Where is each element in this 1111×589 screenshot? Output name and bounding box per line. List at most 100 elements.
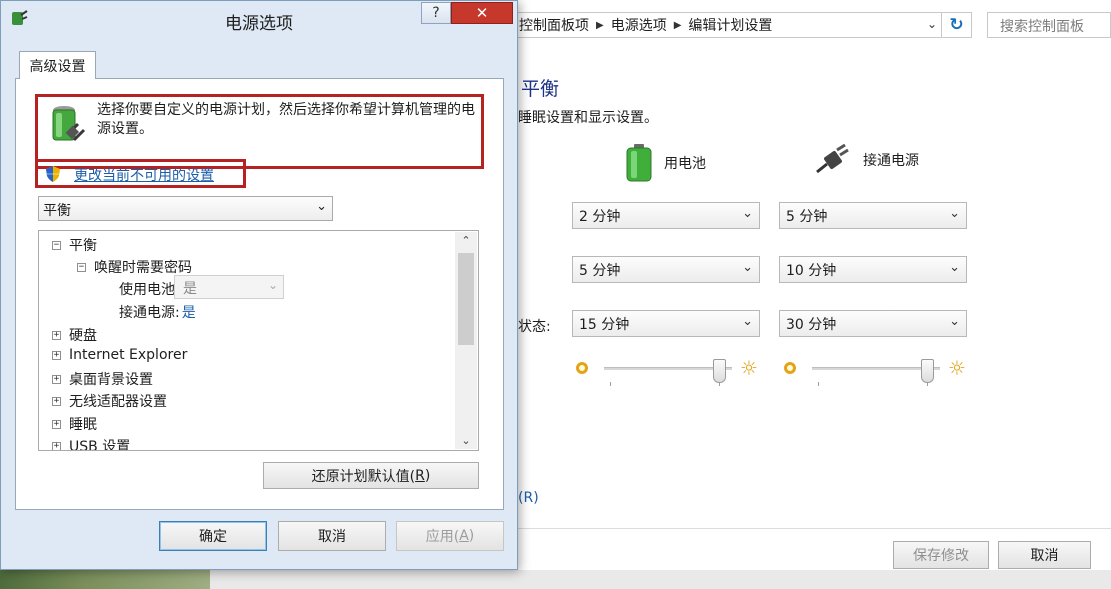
slider-thumb[interactable] [921,359,934,383]
battery-column-label: 用电池 [664,156,706,172]
breadcrumb-separator-icon: ▶ [673,19,682,31]
search-input[interactable]: 搜索控制面板 [987,12,1111,38]
button-label: 应用( [425,529,460,545]
chevron-down-icon: ⌄ [316,199,327,214]
dim-brightness-icon [784,362,796,374]
display-off-battery-select[interactable]: 2 分钟 ⌄ [572,202,760,229]
tree-item-label: 睡眠 [69,417,97,433]
select-value: 5 分钟 [786,208,828,225]
tree-item-usb-settings[interactable]: + USB 设置 [52,436,131,451]
ok-button[interactable]: 确定 [159,521,267,551]
expand-icon[interactable]: + [52,374,61,384]
change-settings-highlight-box: 更改当前不可用的设置 [35,159,246,188]
chevron-down-icon: ⌄ [742,206,753,221]
battery-icon [626,144,652,182]
chevron-down-icon: ⌄ [742,260,753,275]
tree-item-label: 无线适配器设置 [69,394,167,410]
chevron-down-icon[interactable]: ⌄ [927,17,937,31]
select-value: 平衡 [43,203,71,219]
bright-brightness-icon: ☼ [740,356,758,380]
collapse-icon[interactable]: − [77,262,86,272]
tree-item-plugged-in[interactable]: 接通电源: 是 [119,302,196,322]
breadcrumb-edit-plan[interactable]: 编辑计划设置 [688,15,772,35]
tree-item-label: 桌面背景设置 [69,372,153,388]
power-options-dialog: 电源选项 ? ✕ 高级设置 选择你要自定义的电源计划，然后选择你希望计算机管理的… [0,0,518,570]
brightness-slider-battery[interactable]: ☼ [576,358,766,398]
refresh-icon: ↻ [949,15,964,35]
help-button[interactable]: ? [421,2,451,24]
tree-item-label: 唤醒时需要密码 [94,260,192,276]
tree-item-desktop-background[interactable]: + 桌面背景设置 [52,369,153,389]
restore-plan-defaults-button[interactable]: 还原计划默认值(R) [263,462,479,489]
change-unavailable-settings-link[interactable]: 更改当前不可用的设置 [74,165,214,185]
apply-button[interactable]: 应用(A) [396,521,504,551]
tree-item-internet-explorer[interactable]: + Internet Explorer [52,347,187,363]
expand-icon[interactable]: + [52,330,61,340]
dim-brightness-icon [576,362,588,374]
accelerator-key: R [415,467,425,484]
setting-value-link[interactable]: 是 [182,302,196,322]
tree-item-wake-password[interactable]: − 唤醒时需要密码 [77,257,192,277]
breadcrumb-control-panel-items[interactable]: 控制面板项 [519,15,589,35]
row-label: 状态: [518,319,551,335]
scroll-down-icon[interactable]: ⌄ [455,432,477,449]
on-battery-value-select[interactable]: 是 ⌄ [174,275,284,299]
dialog-titlebar[interactable]: 电源选项 ? ✕ [1,1,517,37]
select-value: 30 分钟 [786,316,837,333]
expand-icon[interactable]: + [52,396,61,406]
tree-item-label: 使用电池: [119,282,180,298]
breadcrumb-power-options[interactable]: 电源选项 [611,15,667,35]
plugged-in-column-header: 接通电源 [815,144,919,176]
button-label: 还原计划默认值( [311,468,416,485]
tree-scrollbar[interactable]: ⌃ ⌄ [455,232,477,449]
sleep-battery-select[interactable]: 5 分钟 ⌄ [572,256,760,283]
cancel-button[interactable]: 取消 [278,521,386,551]
uac-shield-icon [46,166,60,182]
status-plugged-select[interactable]: 30 分钟 ⌄ [779,310,967,337]
sleep-plugged-select[interactable]: 10 分钟 ⌄ [779,256,967,283]
slider-thumb[interactable] [713,359,726,383]
select-value: 5 分钟 [579,262,621,279]
battery-column-header: 用电池 [626,144,706,182]
collapse-icon[interactable]: − [52,240,61,250]
brightness-slider-plugged[interactable]: ☼ [784,358,974,398]
tree-item-on-battery: 使用电池: [119,279,180,299]
divider [518,528,1111,529]
cancel-button[interactable]: 取消 [998,541,1091,569]
tree-item-label: USB 设置 [69,439,131,451]
plan-subtitle: 睡眠设置和显示设置。 [518,110,658,126]
scroll-up-icon[interactable]: ⌃ [455,232,477,249]
scroll-thumb[interactable] [458,253,474,345]
address-bar[interactable]: 控制面板项 ▶ 电源选项 ▶ 编辑计划设置 ⌄ [510,12,942,38]
restore-defaults-link[interactable]: (R) [518,490,539,506]
tree-item-label: Internet Explorer [69,347,188,363]
slider-tick [818,382,819,386]
expand-icon[interactable]: + [52,419,61,429]
select-value: 15 分钟 [579,316,630,333]
tree-item-sleep[interactable]: + 睡眠 [52,414,97,434]
plug-icon [816,144,849,174]
select-value: 是 [183,281,197,297]
expand-icon[interactable]: + [52,441,61,450]
tab-advanced-settings[interactable]: 高级设置 [19,51,96,79]
chevron-down-icon: ⌄ [949,260,960,275]
close-icon: ✕ [475,4,489,22]
chevron-down-icon: ⌄ [949,206,960,221]
power-plan-select[interactable]: 平衡 ⌄ [38,196,333,221]
refresh-button[interactable]: ↻ [942,12,972,38]
battery-plug-icon [52,106,86,142]
status-battery-select[interactable]: 15 分钟 ⌄ [572,310,760,337]
button-label-close: ) [424,467,431,484]
expand-icon[interactable]: + [52,350,61,360]
tree-item-hard-disk[interactable]: + 硬盘 [52,325,97,345]
tree-item-balanced[interactable]: − 平衡 [52,235,97,255]
display-off-plugged-select[interactable]: 5 分钟 ⌄ [779,202,967,229]
save-changes-button[interactable]: 保存修改 [893,541,989,569]
window-footer-strip [205,570,1111,589]
tree-item-wireless-adapter[interactable]: + 无线适配器设置 [52,391,167,411]
close-button[interactable]: ✕ [451,2,513,24]
accelerator-key: A [459,528,469,544]
breadcrumb-separator-icon: ▶ [596,19,604,31]
select-value: 2 分钟 [579,208,621,225]
select-value: 10 分钟 [786,262,837,279]
